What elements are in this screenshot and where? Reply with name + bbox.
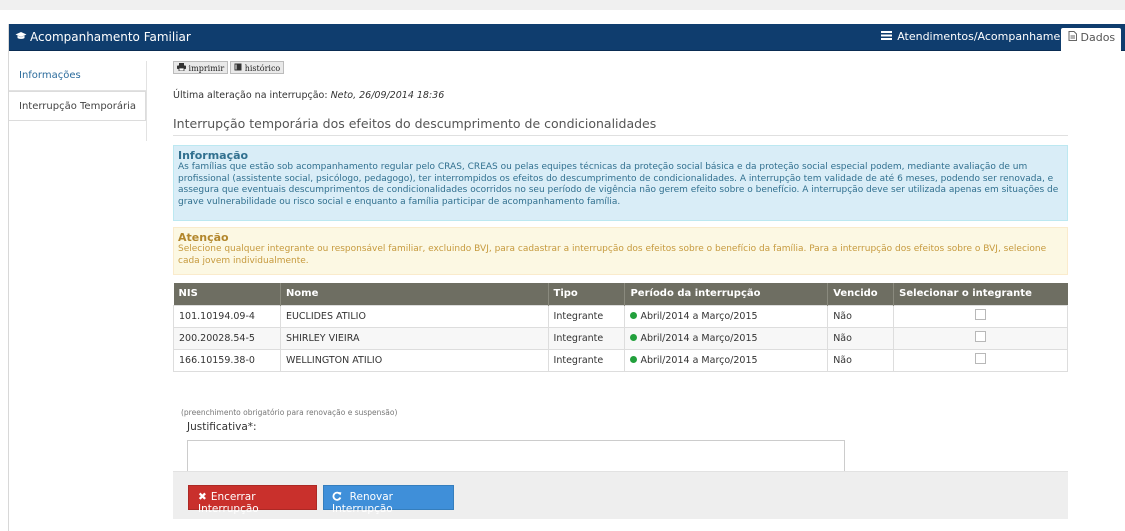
justificativa-label: Justificativa*:	[187, 421, 257, 433]
cell-periodo-text: Abril/2014 a Março/2015	[640, 354, 758, 366]
column-header-vencido: Vencido	[827, 283, 895, 305]
sidebar-item-interrupcao-temporaria[interactable]: Interrupção Temporária	[9, 91, 146, 121]
cell-periodo: Abril/2014 a Março/2015	[624, 348, 829, 372]
sidebar: Informações Interrupção Temporária	[9, 61, 146, 121]
column-header-nome: Nome	[280, 283, 549, 305]
cell-nis: 101.10194.09-4	[173, 304, 281, 328]
main-content: imprimir histórico Última alteração na i…	[173, 61, 1068, 495]
warning-alert-text: Selecione qualquer integrante ou respons…	[178, 244, 1047, 266]
renew-interruption-button[interactable]: Renovar Interrupção	[323, 485, 454, 515]
cell-nome: WELLINGTON ATILIO	[279, 348, 549, 372]
last-change-value: Neto, 26/09/2014 18:36	[330, 90, 445, 101]
refresh-icon	[332, 491, 346, 503]
cell-tipo: Integrante	[547, 326, 626, 350]
cell-vencido: Não	[827, 326, 895, 350]
section-title: Interrupção temporária dos efeitos do de…	[173, 116, 1068, 136]
status-dot-icon	[630, 312, 638, 319]
graduation-cap-icon	[15, 30, 27, 44]
tab-dados-label: Dados	[1080, 31, 1116, 44]
info-alert: Informação As famílias que estão sob aco…	[173, 145, 1068, 221]
end-interruption-button[interactable]: ✖ Encerrar Interrupção	[188, 485, 317, 515]
cell-periodo-text: Abril/2014 a Março/2015	[640, 310, 758, 322]
sidebar-item-label: Informações	[19, 70, 81, 81]
print-button-label: imprimir	[188, 64, 225, 73]
app-frame: Acompanhamento Familiar Atendimentos/Aco…	[8, 24, 1125, 531]
history-button[interactable]: histórico	[230, 61, 285, 74]
cell-tipo: Integrante	[547, 348, 626, 372]
module-title-text: Acompanhamento Familiar	[30, 30, 191, 44]
action-bar: ✖ Encerrar Interrupção Renovar Interrupçã…	[173, 471, 1068, 519]
print-button[interactable]: imprimir	[173, 61, 229, 74]
column-header-selecionar: Selecionar o integrante	[893, 283, 1068, 305]
cell-selecionar	[893, 348, 1068, 372]
table-row: 200.20028.54-5 SHIRLEY VIEIRA Integrante…	[173, 326, 1068, 350]
cell-selecionar	[893, 304, 1068, 328]
book-icon	[234, 63, 245, 73]
last-change-label: Última alteração na interrupção:	[173, 90, 328, 101]
members-table: NIS Nome Tipo Período da interrupção Ven…	[173, 283, 1068, 372]
info-alert-heading: Informação	[178, 149, 249, 162]
toolbar: imprimir histórico	[173, 61, 1068, 74]
required-hint: (preenchimento obrigatório para renovaçã…	[181, 408, 398, 417]
close-icon: ✖	[198, 491, 207, 503]
warning-alert: Atenção Selecione qualquer integrante ou…	[173, 227, 1068, 275]
status-dot-icon	[630, 334, 638, 341]
module-title: Acompanhamento Familiar	[15, 30, 191, 44]
column-header-nis: NIS	[173, 283, 281, 305]
warning-alert-heading: Atenção	[178, 231, 229, 244]
select-member-checkbox[interactable]	[975, 353, 987, 364]
history-button-label: histórico	[244, 64, 281, 73]
cell-nis: 200.20028.54-5	[173, 326, 281, 350]
page: Acompanhamento Familiar Atendimentos/Aco…	[0, 0, 1125, 531]
tab-atendimentos-label: Atendimentos/Acompanhamentos	[897, 30, 1085, 43]
tab-atendimentos[interactable]: Atendimentos/Acompanhamentos	[881, 30, 1084, 43]
cell-nome: SHIRLEY VIEIRA	[279, 326, 549, 350]
table-row: 101.10194.09-4 EUCLIDES ATILIO Integrant…	[173, 304, 1068, 328]
cell-periodo: Abril/2014 a Março/2015	[624, 304, 829, 328]
table-row: 166.10159.38-0 WELLINGTON ATILIO Integra…	[173, 348, 1068, 372]
cell-vencido: Não	[827, 348, 895, 372]
end-interruption-label: Encerrar Interrupção	[198, 491, 259, 515]
tab-dados[interactable]: Dados	[1061, 28, 1121, 51]
list-icon	[881, 31, 895, 43]
status-dot-icon	[630, 356, 638, 363]
sidebar-item-informacoes[interactable]: Informações	[9, 61, 146, 91]
cell-nome: EUCLIDES ATILIO	[279, 304, 549, 328]
printer-icon	[177, 63, 189, 73]
sidebar-divider	[146, 61, 147, 141]
cell-nis: 166.10159.38-0	[173, 348, 281, 372]
last-change: Última alteração na interrupção: Neto, 2…	[173, 90, 444, 101]
cell-periodo-text: Abril/2014 a Março/2015	[640, 332, 758, 344]
document-icon	[1068, 31, 1081, 44]
cell-vencido: Não	[827, 304, 895, 328]
cell-periodo: Abril/2014 a Março/2015	[624, 326, 829, 350]
cell-selecionar	[893, 326, 1068, 350]
table-header-row: NIS Nome Tipo Período da interrupção Ven…	[173, 283, 1068, 305]
module-header: Acompanhamento Familiar Atendimentos/Aco…	[9, 24, 1125, 51]
column-header-tipo: Tipo	[548, 283, 626, 305]
column-header-periodo: Período da interrupção	[624, 283, 829, 305]
select-member-checkbox[interactable]	[975, 309, 987, 320]
cell-tipo: Integrante	[547, 304, 626, 328]
info-alert-text: As famílias que estão sob acompanhamento…	[178, 162, 1059, 207]
sidebar-item-label: Interrupção Temporária	[19, 101, 137, 112]
select-member-checkbox[interactable]	[975, 331, 987, 342]
